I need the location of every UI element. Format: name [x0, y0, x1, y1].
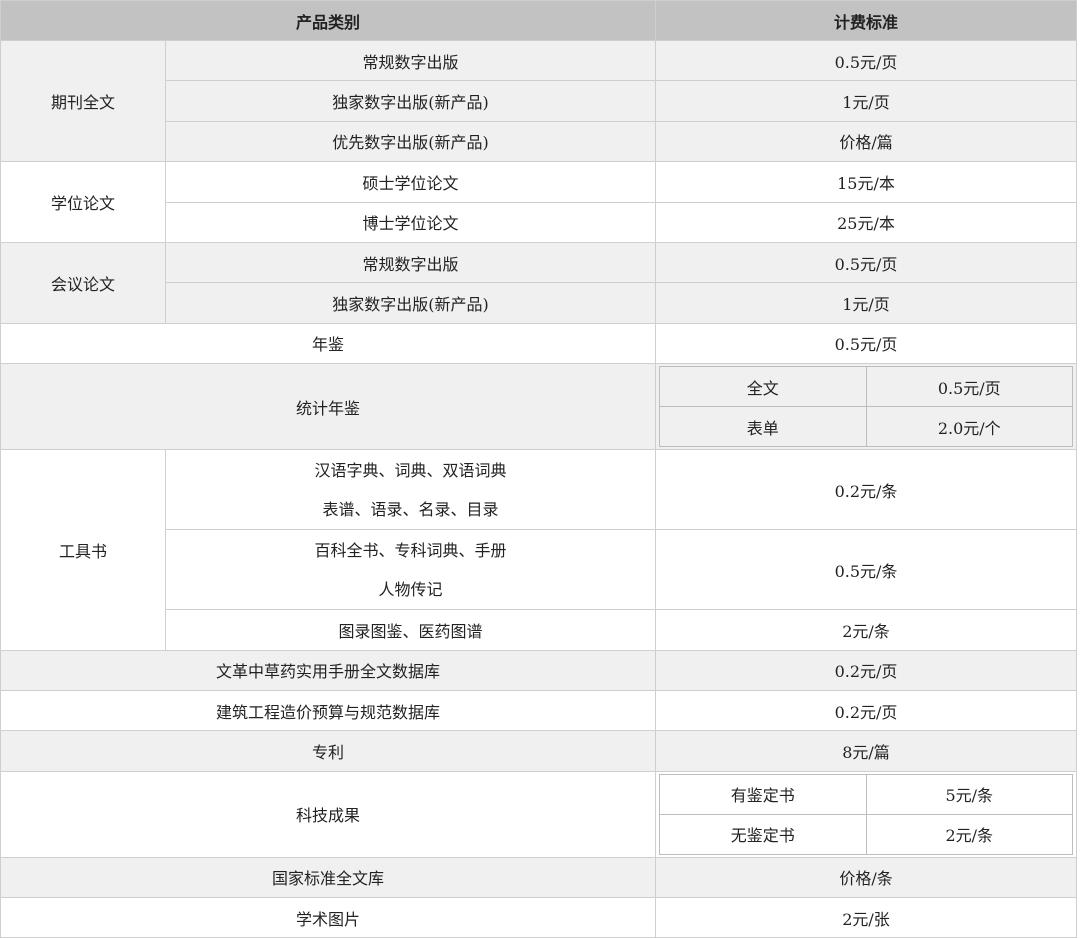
- product-name: 年鉴: [0, 322, 657, 365]
- product-name: 科技成果: [0, 770, 657, 858]
- table-row: 文革中草药实用手册全文数据库 0.2元/页: [0, 649, 1078, 691]
- nested-row: 表单 2.0元/个: [659, 406, 1074, 448]
- product-name: 图录图鉴、医药图谱: [164, 609, 657, 651]
- product-name: 专利: [0, 730, 657, 772]
- product-name: 硕士学位论文: [164, 161, 657, 203]
- price-cell: 价格/篇: [655, 120, 1078, 163]
- product-name: 常规数字出版: [164, 241, 657, 284]
- product-name: 汉语字典、词典、双语词典 表谱、语录、名录、目录: [164, 449, 657, 531]
- price-cell: 8元/篇: [655, 730, 1078, 772]
- nested-price-table: 有鉴定书 5元/条 无鉴定书 2元/条: [659, 773, 1074, 855]
- nested-row: 无鉴定书 2元/条: [659, 813, 1074, 855]
- nested-row: 全文 0.5元/页: [659, 366, 1074, 408]
- table-row: 统计年鉴 全文 0.5元/页 表单 2.0元/个: [0, 363, 1078, 451]
- table-row: 科技成果 有鉴定书 5元/条 无鉴定书 2元/条: [0, 770, 1078, 858]
- sub-item-name: 全文: [659, 366, 867, 408]
- product-name: 独家数字出版(新产品): [164, 282, 657, 324]
- product-name: 统计年鉴: [0, 363, 657, 451]
- price-cell: 25元/本: [655, 201, 1078, 243]
- table-row: 学术图片 2元/张: [0, 897, 1078, 938]
- price-cell: 价格/条: [655, 856, 1078, 899]
- price-cell: 15元/本: [655, 161, 1078, 203]
- product-name: 学术图片: [0, 897, 657, 938]
- product-name: 国家标准全文库: [0, 856, 657, 899]
- nested-price-cell: 有鉴定书 5元/条 无鉴定书 2元/条: [655, 770, 1078, 858]
- product-name: 博士学位论文: [164, 201, 657, 243]
- price-cell: 0.5元/页: [655, 241, 1078, 284]
- sub-item-name: 无鉴定书: [659, 813, 867, 855]
- product-name: 文革中草药实用手册全文数据库: [0, 649, 657, 691]
- price-cell: 0.5元/页: [655, 39, 1078, 82]
- group-label-journal: 期刊全文: [0, 39, 166, 163]
- table-row: 会议论文 常规数字出版 0.5元/页: [0, 241, 1078, 324]
- product-name: 独家数字出版(新产品): [164, 80, 657, 122]
- header-pricing: 计费标准: [655, 0, 1078, 41]
- sub-item-price: 2.0元/个: [865, 406, 1074, 448]
- sub-item-price: 5元/条: [865, 773, 1074, 815]
- price-cell: 0.2元/页: [655, 649, 1078, 691]
- price-cell: 0.2元/页: [655, 689, 1078, 732]
- product-name: 常规数字出版: [164, 39, 657, 82]
- price-cell: 1元/页: [655, 282, 1078, 324]
- product-name: 优先数字出版(新产品): [164, 120, 657, 163]
- table-row: 学位论文 硕士学位论文 15元/本: [0, 161, 1078, 243]
- product-line: 人物传记: [378, 579, 443, 599]
- table-row: 期刊全文 常规数字出版 0.5元/页: [0, 39, 1078, 163]
- product-name: 百科全书、专科词典、手册 人物传记: [164, 529, 657, 611]
- product-name: 建筑工程造价预算与规范数据库: [0, 689, 657, 732]
- product-line: 表谱、语录、名录、目录: [322, 499, 499, 519]
- price-cell: 0.5元/条: [655, 529, 1078, 611]
- price-cell: 0.2元/条: [655, 449, 1078, 531]
- price-cell: 2元/条: [655, 609, 1078, 651]
- header-category: 产品类别: [0, 0, 657, 41]
- nested-row: 有鉴定书 5元/条: [659, 773, 1074, 815]
- table-row: 国家标准全文库 价格/条: [0, 856, 1078, 899]
- sub-item-price: 0.5元/页: [865, 366, 1074, 408]
- header-row: 产品类别 计费标准: [0, 0, 1078, 41]
- sub-item-price: 2元/条: [865, 813, 1074, 855]
- sub-item-name: 表单: [659, 406, 867, 448]
- nested-price-cell: 全文 0.5元/页 表单 2.0元/个: [655, 363, 1078, 451]
- table-row: 年鉴 0.5元/页: [0, 322, 1078, 365]
- price-cell: 2元/张: [655, 897, 1078, 938]
- price-cell: 0.5元/页: [655, 322, 1078, 365]
- sub-item-name: 有鉴定书: [659, 773, 867, 815]
- table-row: 建筑工程造价预算与规范数据库 0.2元/页: [0, 689, 1078, 732]
- product-line: 汉语字典、词典、双语词典: [314, 460, 507, 480]
- group-label-thesis: 学位论文: [0, 161, 166, 243]
- product-line: 百科全书、专科词典、手册: [314, 540, 507, 560]
- nested-price-table: 全文 0.5元/页 表单 2.0元/个: [659, 366, 1074, 448]
- table-row: 工具书 汉语字典、词典、双语词典 表谱、语录、名录、目录 0.2元/条: [0, 449, 1078, 651]
- price-cell: 1元/页: [655, 80, 1078, 122]
- pricing-table: 产品类别 计费标准 期刊全文 常规数字出版 0.5元/页 独家数字出版(新产品)…: [0, 0, 1078, 938]
- group-label-reference-books: 工具书: [0, 449, 166, 651]
- group-label-conference: 会议论文: [0, 241, 166, 324]
- table-row: 专利 8元/篇: [0, 730, 1078, 772]
